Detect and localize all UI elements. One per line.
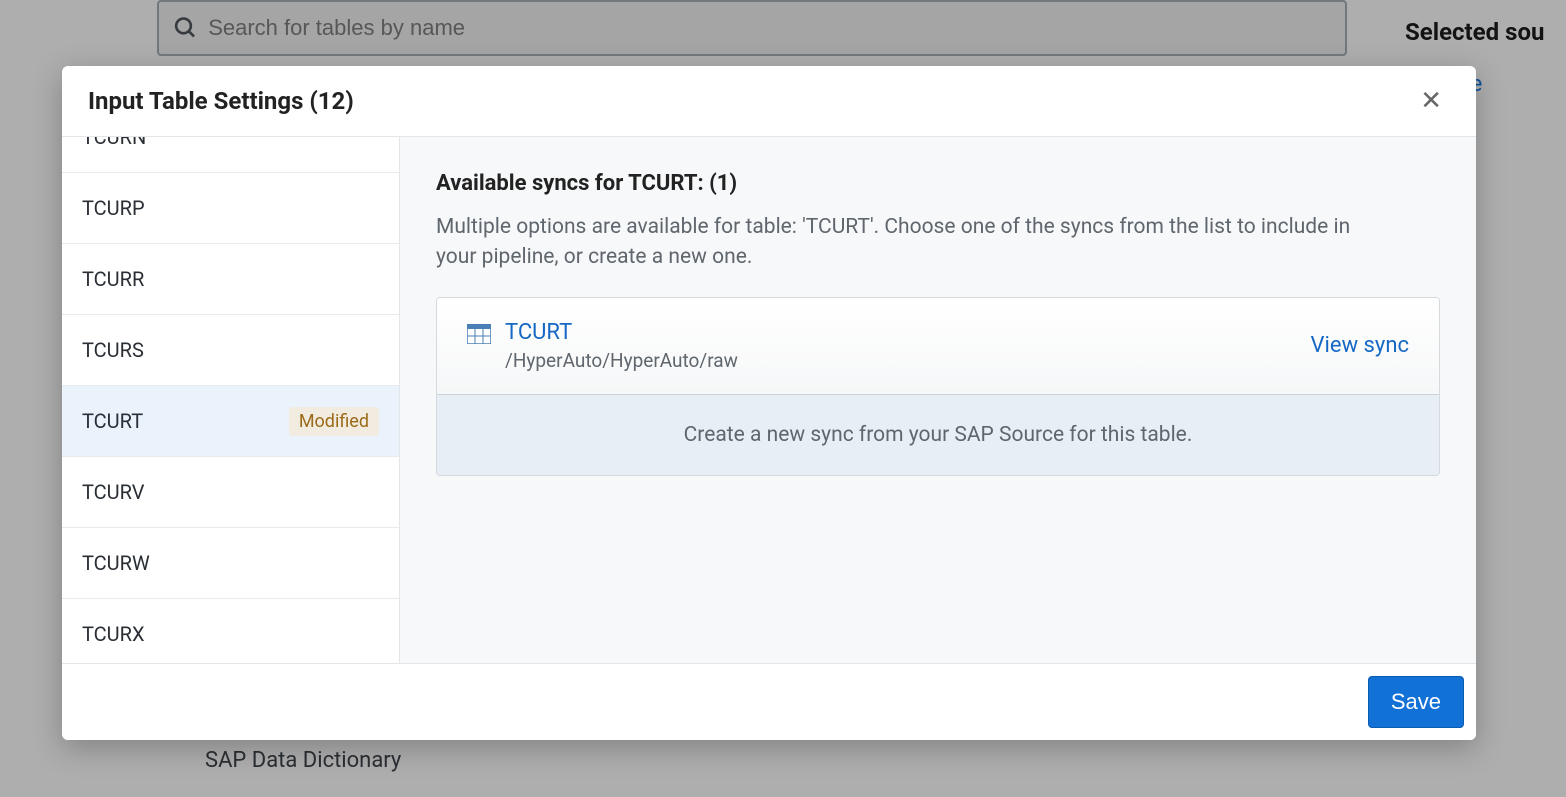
sync-options-card: TCURT /HyperAuto/HyperAuto/raw View sync…: [436, 297, 1440, 476]
table-item-tcurs[interactable]: TCURS: [62, 315, 399, 386]
sync-row-left: TCURT /HyperAuto/HyperAuto/raw: [467, 320, 738, 372]
table-label: TCURX: [82, 622, 145, 646]
create-new-sync-row[interactable]: Create a new sync from your SAP Source f…: [437, 395, 1439, 475]
table-item-tcurt[interactable]: TCURT Modified: [62, 386, 399, 457]
modal-header: Input Table Settings (12) ✕: [62, 66, 1476, 137]
table-label: TCURT: [82, 409, 143, 433]
table-item-tcurx[interactable]: TCURX: [62, 599, 399, 663]
tables-list-pane: TCURN TCURP TCURR TCURS TCURT Modified T…: [62, 137, 400, 663]
input-table-settings-modal: Input Table Settings (12) ✕ TCURN TCURP …: [62, 66, 1476, 740]
sync-path: /HyperAuto/HyperAuto/raw: [505, 349, 738, 372]
table-label: TCURW: [82, 551, 150, 575]
modal-footer: Save: [62, 663, 1476, 740]
table-item-tcurp[interactable]: TCURP: [62, 173, 399, 244]
syncs-description: Multiple options are available for table…: [436, 212, 1356, 273]
table-item-tcurn[interactable]: TCURN: [62, 137, 399, 173]
existing-sync-row[interactable]: TCURT /HyperAuto/HyperAuto/raw View sync: [437, 298, 1439, 395]
close-icon: ✕: [1420, 86, 1442, 116]
table-label: TCURS: [82, 338, 144, 362]
table-label: TCURN: [82, 137, 146, 149]
view-sync-link[interactable]: View sync: [1311, 333, 1409, 358]
table-item-tcurw[interactable]: TCURW: [62, 528, 399, 599]
save-button[interactable]: Save: [1368, 676, 1464, 728]
table-icon: [467, 324, 491, 344]
modified-badge: Modified: [289, 407, 379, 436]
modal-body: TCURN TCURP TCURR TCURS TCURT Modified T…: [62, 137, 1476, 663]
sync-name: TCURT: [505, 320, 738, 345]
available-syncs-heading: Available syncs for TCURT: (1): [436, 171, 1440, 196]
table-item-tcurv[interactable]: TCURV: [62, 457, 399, 528]
close-button[interactable]: ✕: [1412, 84, 1450, 118]
table-label: TCURV: [82, 480, 145, 504]
table-label: TCURP: [82, 196, 145, 220]
table-label: TCURR: [82, 267, 144, 291]
modal-title: Input Table Settings (12): [88, 87, 354, 115]
tables-list: TCURN TCURP TCURR TCURS TCURT Modified T…: [62, 137, 399, 663]
table-item-tcurr[interactable]: TCURR: [62, 244, 399, 315]
sync-details-pane: Available syncs for TCURT: (1) Multiple …: [400, 137, 1476, 663]
